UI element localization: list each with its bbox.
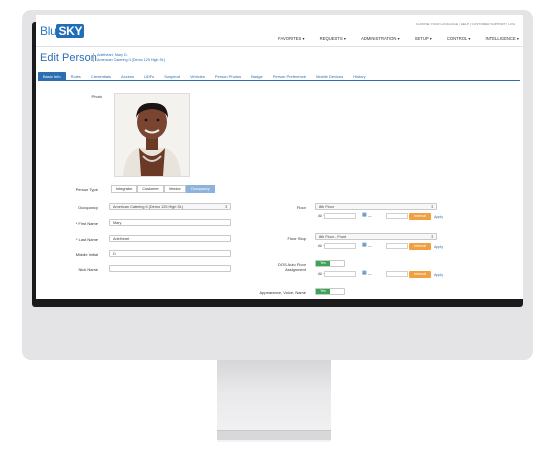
person-type-customer[interactable]: Customer [137,185,164,193]
chevron-updown-icon: ⇕ [224,204,228,209]
person-type-selector: Integrator Customer Vendor Occupancy [111,185,215,193]
tab-udfs[interactable]: UDFs [139,72,159,80]
dos-cal-suffix: — [368,272,372,276]
dos-label-line2: Assignment [285,267,306,272]
appearance-voice-name-label: Appearance, Voice, Name [259,290,306,295]
dos-interval-button[interactable]: Interval [409,271,431,278]
dos-count-input[interactable] [386,271,408,277]
occupancy-label: Occupancy [77,205,98,210]
nick-name-input[interactable] [109,265,231,272]
person-info: Adelheart, Mary D. American Catering II … [93,53,165,63]
nick-name-label: Nick Name [78,267,98,272]
floor-interval-button[interactable]: Interval [409,213,431,220]
tab-suspend[interactable]: Suspend [159,72,185,80]
utility-links[interactable]: CHOOSE YOUR LANGUAGE | HELP | CUSTOMER S… [416,22,515,26]
person-type-vendor[interactable]: Vendor [163,185,186,193]
occupancy-value: American Catering II (Demo 125 High St.) [113,205,184,209]
calendar-icon[interactable]: ▦ [362,242,367,248]
floor-time-input[interactable] [324,213,356,219]
monitor-stand-base [217,430,331,440]
tab-basic-info[interactable]: Basic Info [38,72,66,80]
tab-badge[interactable]: Badge [246,72,268,80]
nav-administration[interactable]: ADMINISTRATION ▾ [361,36,400,41]
header-divider [36,46,523,47]
blusky-logo[interactable]: Blu SKY [40,24,85,38]
tab-person-photos[interactable]: Person Photos [210,72,246,80]
tab-history[interactable]: History [348,72,370,80]
middle-initial-label: Middle Initial [75,252,98,257]
person-photo-image [115,94,189,176]
floor-apply-link[interactable]: Apply [434,215,443,219]
first-name-input[interactable]: Mary [109,219,231,226]
tab-vehicles[interactable]: Vehicles [185,72,210,80]
logo-text-sky: SKY [56,24,85,38]
floor-stop-select[interactable]: 8th Floor - Front ⇕ [315,233,437,240]
floor-label: Floor [296,205,306,210]
chevron-updown-icon: ⇕ [430,204,434,209]
person-type-label: Person Type [75,187,98,192]
floor-stop-label: Floor Stop [287,236,306,241]
photo-label: Photo [91,94,102,99]
first-name-label: * First Name [75,221,98,226]
tab-bar: Basic Info Roles Credentials Access UDFs… [38,72,520,81]
floor-value: 8th Floor [319,205,334,209]
last-name-input[interactable]: Adelheart [109,235,231,242]
person-company[interactable]: American Catering II (Demo 125 High St.) [97,58,165,63]
last-name-label: * Last Name [75,237,98,242]
person-photo[interactable] [114,93,190,177]
floor-stop-apply-link[interactable]: Apply [434,245,443,249]
tab-credentials[interactable]: Credentials [86,72,116,80]
tab-access[interactable]: Access [116,72,139,80]
tab-mobile-devices[interactable]: Mobile Devices [311,72,348,80]
appearance-toggle-yes: Yes [316,289,330,294]
floor-stop-count-input[interactable] [386,243,408,249]
tab-roles[interactable]: Roles [66,72,86,80]
app-screen: Blu SKY CHOOSE YOUR LANGUAGE | HELP | CUS… [36,15,523,299]
chevron-updown-icon: ⇕ [430,234,434,239]
calendar-icon[interactable]: ▦ [362,270,367,276]
nav-favorites[interactable]: FAVORITES ▾ [278,36,304,41]
dos-toggle-yes: Yes [316,261,330,266]
nav-requests[interactable]: REQUESTS ▾ [320,36,346,41]
nav-setup[interactable]: SETUP ▾ [415,36,432,41]
floor-count-input[interactable] [386,213,408,219]
main-nav: FAVORITES ▾ REQUESTS ▾ ADMINISTRATION ▾ … [278,36,519,41]
calendar-icon[interactable]: ▦ [362,212,367,218]
floor-stop-interval-button[interactable]: Interval [409,243,431,250]
nav-control[interactable]: CONTROL ▾ [447,36,471,41]
dos-auto-floor-toggle[interactable]: Yes [315,260,345,267]
dos-auto-floor-label: DOS Auto Floor Assignment [250,262,306,272]
tab-person-preference[interactable]: Person Preference [268,72,311,80]
occupancy-select[interactable]: American Catering II (Demo 125 High St.)… [109,203,231,210]
appearance-voice-name-toggle[interactable]: Yes [315,288,345,295]
nav-intelligence[interactable]: INTELLIGENCE ▾ [485,36,519,41]
floor-stop-time-input[interactable] [324,243,356,249]
dos-apply-link[interactable]: Apply [434,273,443,277]
logo-text-blu: Blu [40,24,57,38]
person-type-occupancy[interactable]: Occupancy [185,185,215,193]
dos-time-input[interactable] [324,271,356,277]
floor-stop-value: 8th Floor - Front [319,235,347,239]
floor-stop-cal-suffix: — [368,244,372,248]
middle-initial-input[interactable]: D [109,250,231,257]
page-title: Edit Person [40,52,97,64]
floor-select[interactable]: 8th Floor ⇕ [315,203,437,210]
person-type-integrator[interactable]: Integrator [111,185,138,193]
floor-cal-suffix: — [368,214,372,218]
